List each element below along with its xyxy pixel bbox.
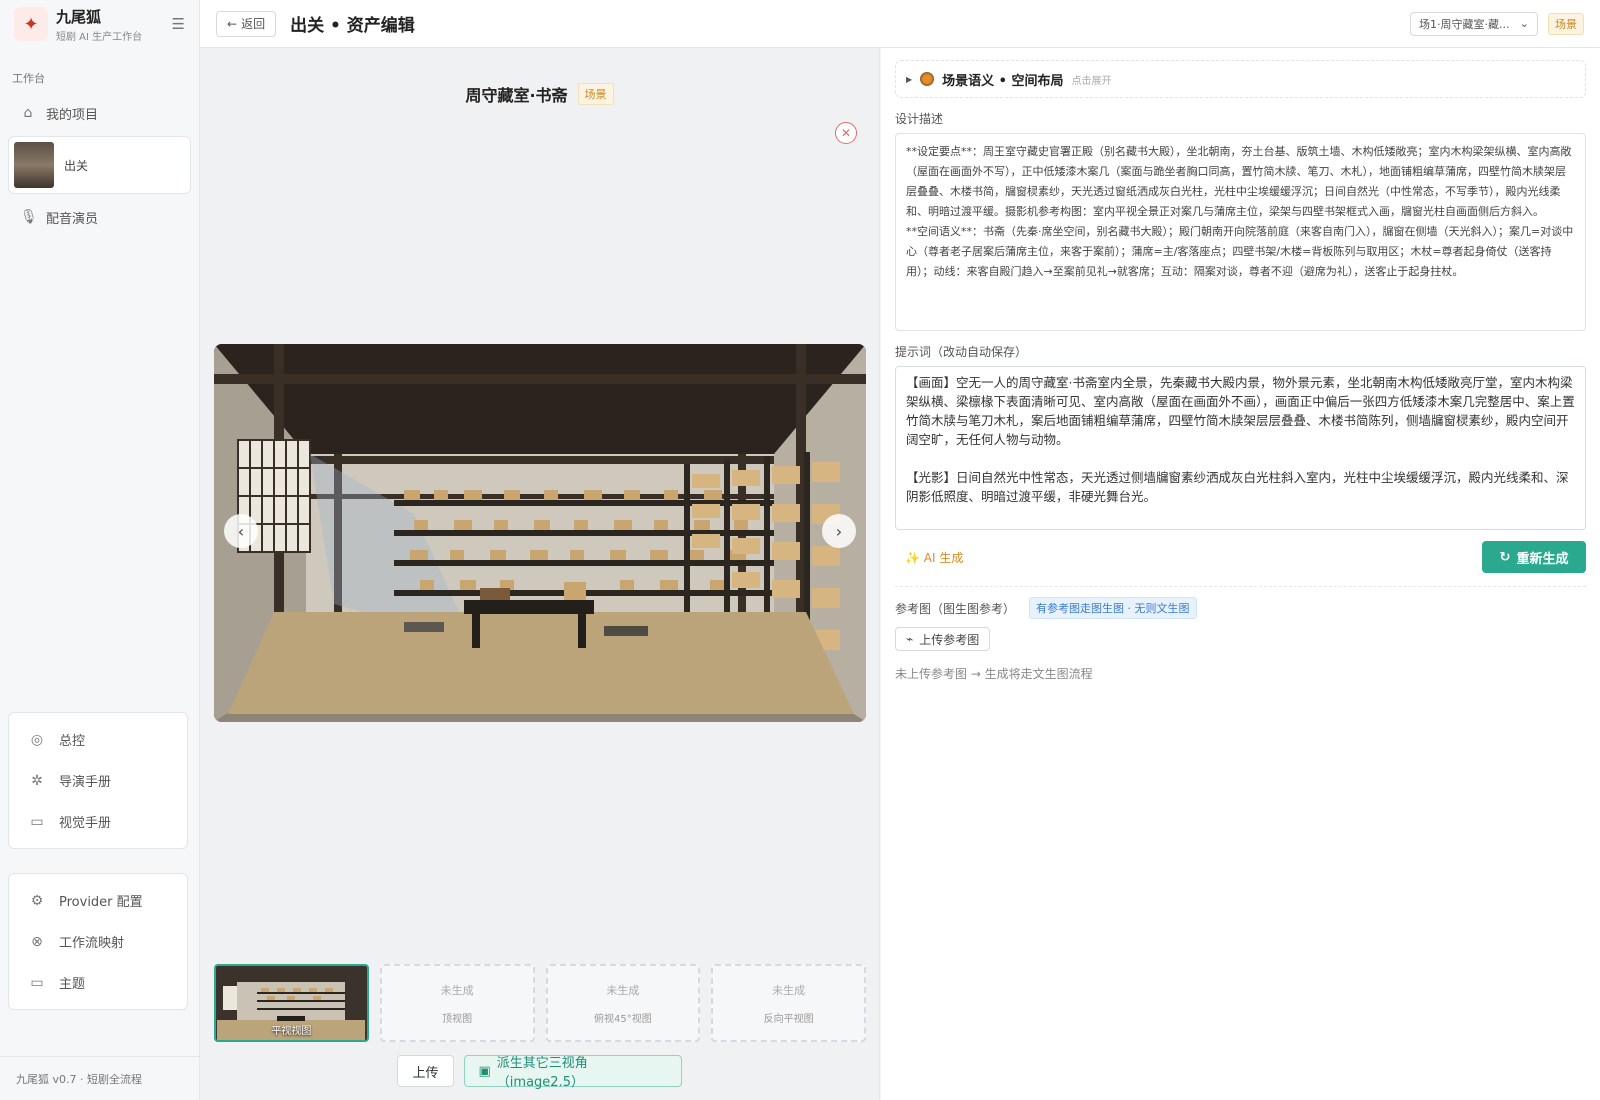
view-thumbnails: 平视视图 未生成 顶视图 未生成 俯视45°视图 未生成 反向平视图 <box>214 964 866 1042</box>
scene-preview-image: ‹ › <box>214 344 866 722</box>
menu-toggle-icon[interactable]: ☰ <box>172 15 185 33</box>
arrow-left-icon: ← <box>227 16 238 31</box>
chevron-down-icon: ⌄ <box>1519 17 1529 30</box>
nav-workflow-mapping[interactable]: ⊗ 工作流映射 <box>9 921 187 962</box>
microphone-icon: 🎙 <box>20 209 38 225</box>
view-label: 反向平视图 <box>763 1013 814 1025</box>
home-icon: ⌂ <box>23 105 33 121</box>
view-thumb-reverse[interactable]: 未生成 反向平视图 <box>711 964 866 1042</box>
asset-editor-pane: ▶ 场景语义 • 空间布局 点击展开 设计描述 **设定要点**：周王室守藏史官… <box>881 48 1600 1100</box>
reference-note: 未上传参考图 → 生成将走文生图流程 <box>895 667 1093 681</box>
nav-label: 工作流映射 <box>59 936 125 951</box>
settings-panel: ⚙ Provider 配置 ⊗ 工作流映射 ▭ 主题 <box>8 873 188 1010</box>
prompt-label: 提示词（改动自动保存） <box>895 345 1028 359</box>
sidebar: ✦ 九尾狐 短剧 AI 生产工作台 ☰ 工作台 ⌂ 我的项目 出关 🎙 配音演员… <box>0 0 200 1100</box>
nav-label: 视觉手册 <box>59 816 112 831</box>
view-label: 俯视45°视图 <box>594 1013 652 1025</box>
caret-right-icon: ▶ <box>906 74 913 84</box>
view-status: 未生成 <box>440 983 474 997</box>
nav-label: 总控 <box>59 734 86 749</box>
view-status: 未生成 <box>606 983 640 997</box>
view-thumb-45[interactable]: 未生成 俯视45°视图 <box>545 964 701 1042</box>
back-label: 返回 <box>241 17 266 31</box>
collapse-hint: 点击展开 <box>1071 75 1112 87</box>
tools-panel: ◎ 总控 ✲ 导演手册 ▭ 视觉手册 <box>8 712 188 849</box>
image-icon: ▣ <box>478 1063 491 1079</box>
nav-visual-manual[interactable]: ▭ 视觉手册 <box>9 801 187 842</box>
back-button[interactable]: ← 返回 <box>216 10 277 37</box>
nav-control[interactable]: ◎ 总控 <box>9 719 187 760</box>
reference-label: 参考图（图生图参考） <box>895 601 1016 616</box>
nav-label: 我的项目 <box>46 107 99 123</box>
gear-icon: ⚙ <box>30 892 44 909</box>
nav-label: 主题 <box>59 977 86 992</box>
sparkle-icon: ✲ <box>31 772 43 789</box>
upload-reference-label: 上传参考图 <box>919 632 980 647</box>
theme-icon: ▭ <box>30 974 44 991</box>
refresh-icon: ↻ <box>1499 549 1511 565</box>
ai-generate-link[interactable]: ✨ AI 生成 <box>895 549 963 566</box>
topbar: ← 返回 出关 • 资产编辑 场1·周守藏室·藏... ⌄ 场景 <box>200 0 1600 48</box>
design-label: 设计描述 <box>895 112 944 126</box>
view-status: 未生成 <box>772 983 806 997</box>
asset-badge: 场景 <box>577 83 614 105</box>
nav-director-manual[interactable]: ✲ 导演手册 <box>9 760 187 801</box>
type-badge: 场景 <box>1548 12 1584 35</box>
project-card[interactable]: 出关 <box>8 136 191 194</box>
nav-label: Provider 配置 <box>59 895 143 910</box>
derive-views-button[interactable]: ▣ 派生其它三视角（image2.5） <box>463 1055 682 1090</box>
scene-semantics-collapse[interactable]: ▶ 场景语义 • 空间布局 点击展开 <box>895 60 1586 98</box>
upload-button[interactable]: 上传 <box>397 1055 454 1087</box>
sidebar-footer: 九尾狐 v0.7 · 短剧全流程 <box>0 1056 199 1100</box>
asset-name: 周守藏室·书斋 <box>465 86 568 105</box>
study-hall-illustration <box>214 344 866 722</box>
paperclip-icon: ⌁ <box>906 632 914 646</box>
scene-select-value: 场1·周守藏室·藏... <box>1419 17 1510 31</box>
prev-arrow-button[interactable]: ‹ <box>224 514 258 548</box>
upload-reference-button[interactable]: ⌁ 上传参考图 <box>895 627 991 651</box>
view-label: 顶视图 <box>442 1013 473 1025</box>
nav-provider-config[interactable]: ⚙ Provider 配置 <box>9 880 187 921</box>
project-name: 出关 <box>64 158 89 173</box>
scene-icon <box>920 72 935 86</box>
asset-preview-pane: 周守藏室·书斋 场景 ✕ ‹ › 平视视图 未生成 顶视图 未生成 俯视45°视… <box>200 48 880 1100</box>
dashboard-icon: ◎ <box>30 731 44 748</box>
view-thumb-front[interactable]: 平视视图 <box>214 964 369 1042</box>
nav-my-projects[interactable]: ⌂ 我的项目 <box>0 94 199 132</box>
close-icon[interactable]: ✕ <box>835 122 857 144</box>
nav-label: 导演手册 <box>59 775 112 790</box>
brand: ✦ 九尾狐 短剧 AI 生产工作台 ☰ <box>0 0 199 48</box>
scene-select[interactable]: 场1·周守藏室·藏... ⌄ <box>1410 11 1538 36</box>
section-label: 工作台 <box>12 72 45 85</box>
prompt-textarea[interactable]: 【画面】空无一人的周守藏室·书斋室内全景，先秦藏书大殿内景，物外景元素，坐北朝南… <box>895 366 1586 530</box>
regenerate-button[interactable]: ↻ 重新生成 <box>1482 541 1586 573</box>
view-label: 平视视图 <box>271 1026 312 1037</box>
collapse-title: 场景语义 • 空间布局 <box>942 73 1064 89</box>
project-thumbnail <box>14 142 54 188</box>
divider <box>895 586 1586 587</box>
design-description[interactable]: **设定要点**：周王室守藏史官署正殿（别名藏书大殿），坐北朝南，夯土台基、版筑… <box>895 133 1586 331</box>
derive-label: 派生其它三视角（image2.5） <box>496 1056 588 1090</box>
nav-voice-actors[interactable]: 🎙 配音演员 <box>0 198 199 236</box>
nav-theme[interactable]: ▭ 主题 <box>9 962 187 1003</box>
reference-mode-tag: 有参考图走图生图 · 无则文生图 <box>1029 597 1197 619</box>
nav-label: 配音演员 <box>46 211 99 227</box>
view-thumb-top[interactable]: 未生成 顶视图 <box>379 964 535 1042</box>
regenerate-label: 重新生成 <box>1516 551 1569 567</box>
next-arrow-button[interactable]: › <box>822 514 856 548</box>
ai-generate-label: AI 生成 <box>923 550 964 565</box>
page-title: 出关 • 资产编辑 <box>290 16 415 36</box>
brand-subtitle: 短剧 AI 生产工作台 <box>56 31 143 43</box>
brand-name: 九尾狐 <box>56 7 102 26</box>
palette-icon: ▭ <box>30 813 44 830</box>
fox-logo-icon: ✦ <box>14 7 48 41</box>
link-icon: ⊗ <box>31 933 43 950</box>
